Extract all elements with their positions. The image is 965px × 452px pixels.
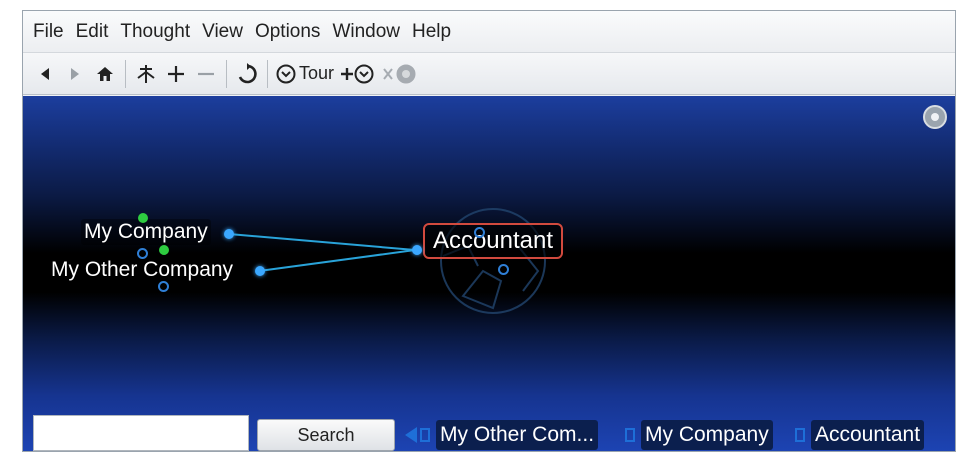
toolbar: Tour — [23, 53, 955, 95]
thought-square-icon — [625, 428, 635, 442]
add-tour-button[interactable] — [340, 59, 376, 89]
add-thought-button[interactable] — [164, 59, 188, 89]
add-tour-icon — [341, 64, 374, 83]
thought-square-icon — [795, 428, 805, 442]
toolbar-separator — [226, 59, 227, 88]
toolbar-separator — [267, 59, 268, 88]
child-gate[interactable] — [498, 264, 509, 275]
thought-my-company[interactable]: My Company — [81, 219, 211, 245]
forward-button[interactable] — [63, 59, 87, 89]
jump-gate[interactable] — [412, 245, 422, 255]
history-item[interactable]: Accountant — [795, 418, 925, 451]
menu-options[interactable]: Options — [255, 21, 320, 43]
search-input[interactable] — [33, 415, 249, 451]
tour-label: Tour — [299, 63, 335, 83]
forward-arrow-icon — [71, 67, 79, 80]
parent-gate[interactable] — [474, 227, 485, 238]
refresh-icon — [238, 62, 257, 83]
back-arrow-icon — [41, 67, 49, 80]
menu-view[interactable]: View — [202, 21, 243, 43]
tour-icon — [276, 64, 296, 83]
menu-thought[interactable]: Thought — [120, 21, 190, 43]
link-my-other-company — [258, 249, 416, 272]
toolbar-separator — [125, 59, 126, 88]
plus-icon — [168, 65, 184, 82]
plex-options-icon[interactable] — [923, 105, 947, 129]
brain-window: File Edit Thought View Options Window He… — [22, 10, 956, 452]
history-item-label: Accountant — [811, 420, 925, 450]
history-item-label: My Other Com... — [436, 420, 599, 450]
parent-gate[interactable] — [158, 281, 169, 292]
remove-tour-icon — [383, 64, 416, 83]
menu-bar: File Edit Thought View Options Window He… — [23, 11, 955, 53]
remove-thought-button[interactable] — [194, 59, 218, 89]
jump-gate[interactable] — [255, 266, 265, 276]
thought-my-other-company[interactable]: My Other Company — [48, 257, 237, 283]
history-item-label: My Company — [641, 420, 773, 450]
back-button[interactable] — [33, 59, 57, 89]
minus-icon — [198, 72, 214, 75]
home-icon — [97, 66, 113, 81]
refresh-button[interactable] — [235, 59, 259, 89]
plex-canvas[interactable]: My Company My Other Company Accountant S… — [23, 96, 955, 451]
link-my-company — [228, 233, 416, 251]
menu-file[interactable]: File — [33, 21, 64, 43]
remove-tour-button[interactable] — [382, 59, 418, 89]
history-item[interactable]: My Other Com... — [420, 418, 599, 451]
active-thought[interactable]: Accountant — [423, 223, 563, 259]
history-item[interactable]: My Company — [625, 418, 773, 451]
tour-button[interactable]: Tour — [276, 59, 334, 89]
thought-square-icon — [420, 428, 430, 442]
jump-gate[interactable] — [224, 229, 234, 239]
link-thoughts-button[interactable] — [134, 59, 158, 89]
menu-help[interactable]: Help — [412, 21, 451, 43]
child-gate[interactable] — [159, 245, 169, 255]
parent-gate[interactable] — [137, 248, 148, 259]
history-back-arrow-icon[interactable] — [405, 427, 417, 443]
menu-window[interactable]: Window — [332, 21, 400, 43]
menu-edit[interactable]: Edit — [76, 21, 109, 43]
link-thought-icon — [137, 64, 155, 83]
child-gate[interactable] — [138, 213, 148, 223]
search-button[interactable]: Search — [257, 419, 395, 451]
home-button[interactable] — [93, 59, 117, 89]
